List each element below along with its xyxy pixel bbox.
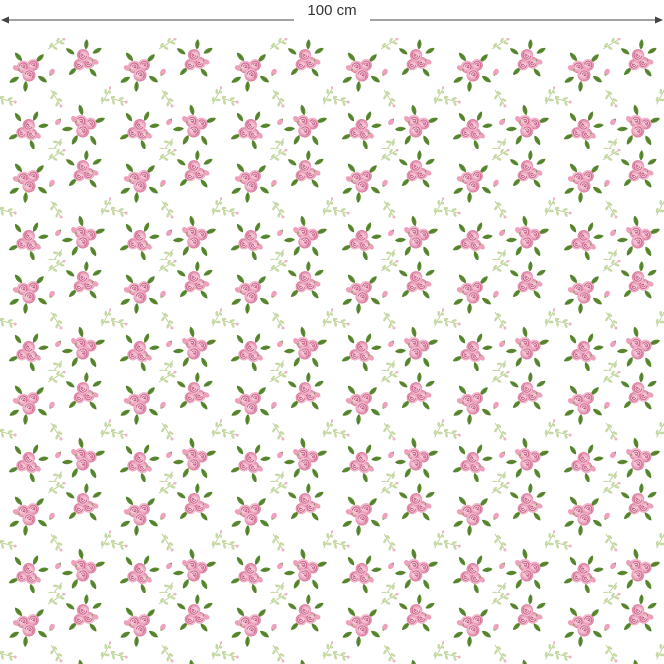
rose-pattern-fabric [0, 38, 664, 664]
width-label: 100 cm [307, 2, 357, 19]
rose-bouquet-pattern [0, 38, 664, 664]
width-dimension-indicator: 100 cm [0, 0, 664, 38]
